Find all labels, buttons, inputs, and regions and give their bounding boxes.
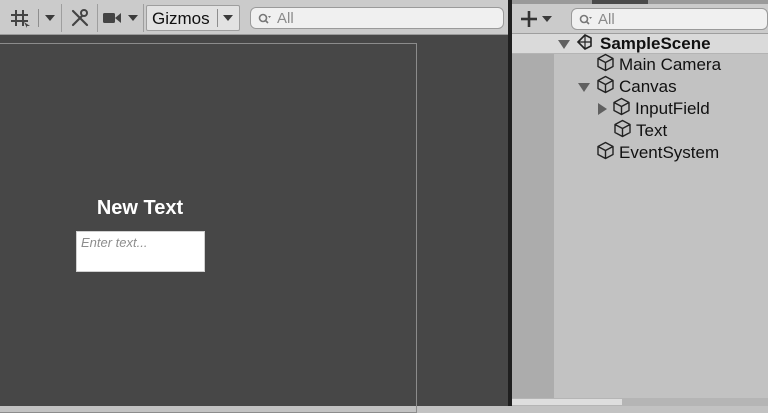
foldout-expanded-icon[interactable] — [558, 39, 570, 49]
foldout-expanded-icon[interactable] — [578, 82, 590, 92]
scene-tools-button[interactable] — [62, 4, 98, 32]
tree-item-main-camera[interactable]: Main Camera — [596, 53, 722, 77]
hierarchy-panel: SampleScene Main Camera Canvas InputFiel… — [512, 0, 768, 406]
scene-camera-icon — [103, 11, 123, 25]
unity-scene-icon — [576, 33, 594, 56]
tree-item-canvas[interactable]: Canvas — [578, 75, 677, 99]
grid-snapping-button[interactable] — [0, 4, 62, 32]
tree-item-label: InputField — [635, 99, 710, 118]
scene-toolbar: Gizmos — [0, 0, 508, 35]
foldout-collapsed-icon[interactable] — [598, 103, 607, 115]
tree-item-samplescene[interactable]: SampleScene — [558, 33, 711, 55]
chevron-down-icon — [128, 15, 138, 21]
chevron-down-icon — [223, 15, 233, 21]
gameobject-cube-icon — [596, 141, 615, 165]
tree-item-inputfield[interactable]: InputField — [598, 97, 710, 121]
gizmos-dropdown[interactable]: Gizmos — [146, 5, 240, 31]
hierarchy-search-input[interactable] — [598, 10, 761, 28]
gameobject-cube-icon — [613, 119, 632, 143]
scene-tools-icon — [70, 8, 90, 28]
tree-item-label: Text — [636, 121, 668, 140]
tree-item-label: Canvas — [619, 77, 677, 96]
search-icon — [258, 12, 272, 30]
hierarchy-gutter — [512, 54, 554, 398]
new-text-label[interactable]: New Text — [64, 197, 216, 220]
horizontal-scrollbar[interactable] — [512, 398, 768, 406]
tree-item-label: EventSystem — [619, 143, 720, 162]
scene-camera-button[interactable] — [98, 4, 144, 32]
scene-view[interactable]: Gizmos New Text Enter text... — [0, 0, 508, 413]
hierarchy-toolbar — [512, 4, 768, 34]
input-placeholder: Enter text... — [81, 235, 148, 250]
chevron-down-icon — [45, 15, 55, 21]
plus-icon — [521, 11, 552, 27]
input-field[interactable]: Enter text... — [76, 231, 205, 272]
hierarchy-search-box[interactable] — [571, 8, 768, 30]
tree-item-eventsystem[interactable]: EventSystem — [596, 141, 720, 165]
canvas-bounds — [0, 43, 417, 413]
scene-search-input[interactable] — [277, 9, 497, 27]
search-icon — [579, 13, 593, 31]
tree-item-text[interactable]: Text — [613, 119, 668, 143]
grid-snapping-icon — [10, 8, 32, 28]
tree-item-label: Main Camera — [619, 55, 722, 74]
gameobject-cube-icon — [612, 97, 631, 121]
scrollbar-thumb[interactable] — [512, 399, 622, 405]
add-object-button[interactable] — [520, 8, 560, 30]
gizmos-label: Gizmos — [152, 9, 210, 28]
gameobject-cube-icon — [596, 75, 615, 99]
scene-search-box[interactable] — [250, 7, 504, 29]
gameobject-cube-icon — [596, 53, 615, 77]
scene-name: SampleScene — [600, 34, 711, 53]
